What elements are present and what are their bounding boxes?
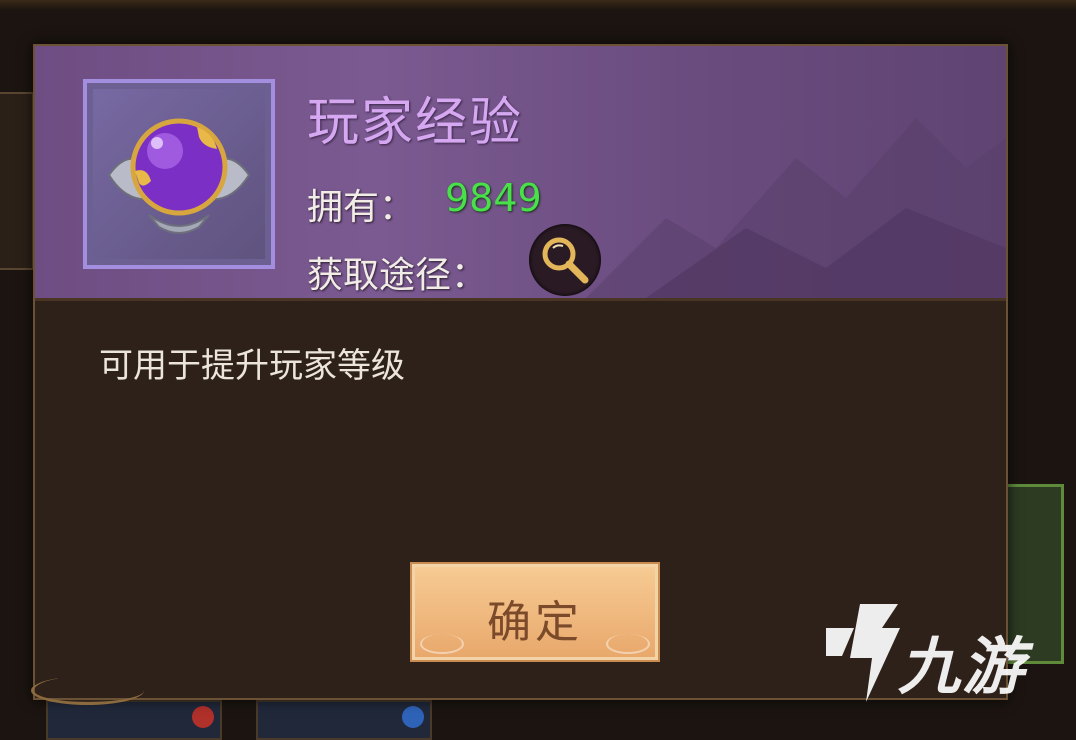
corner-swirl-decoration (31, 676, 144, 705)
item-name: 玩家经验 (307, 93, 524, 153)
source-search-button[interactable] (529, 224, 601, 296)
background-bottom-card (256, 700, 432, 740)
owned-count: 9849 (445, 176, 542, 220)
watermark-text: 九游 (898, 630, 1027, 703)
source-label: 获取途径： (307, 255, 488, 296)
item-description: 可用于提升玩家等级 (99, 346, 405, 386)
confirm-button[interactable]: 确定 (410, 562, 660, 662)
background-bottom-card (46, 700, 222, 740)
background-top-bar (0, 0, 1076, 10)
item-icon-frame (83, 79, 275, 269)
confirm-button-label: 确定 (487, 597, 583, 648)
dialog-header: 玩家经验 拥有： 9849 获取途径： (35, 46, 1006, 301)
owned-label: 拥有： (307, 187, 416, 228)
background-side-panel (0, 92, 34, 270)
magnifier-icon (542, 237, 589, 284)
mountain-decoration (586, 118, 1006, 298)
purple-orb-icon (107, 118, 251, 234)
